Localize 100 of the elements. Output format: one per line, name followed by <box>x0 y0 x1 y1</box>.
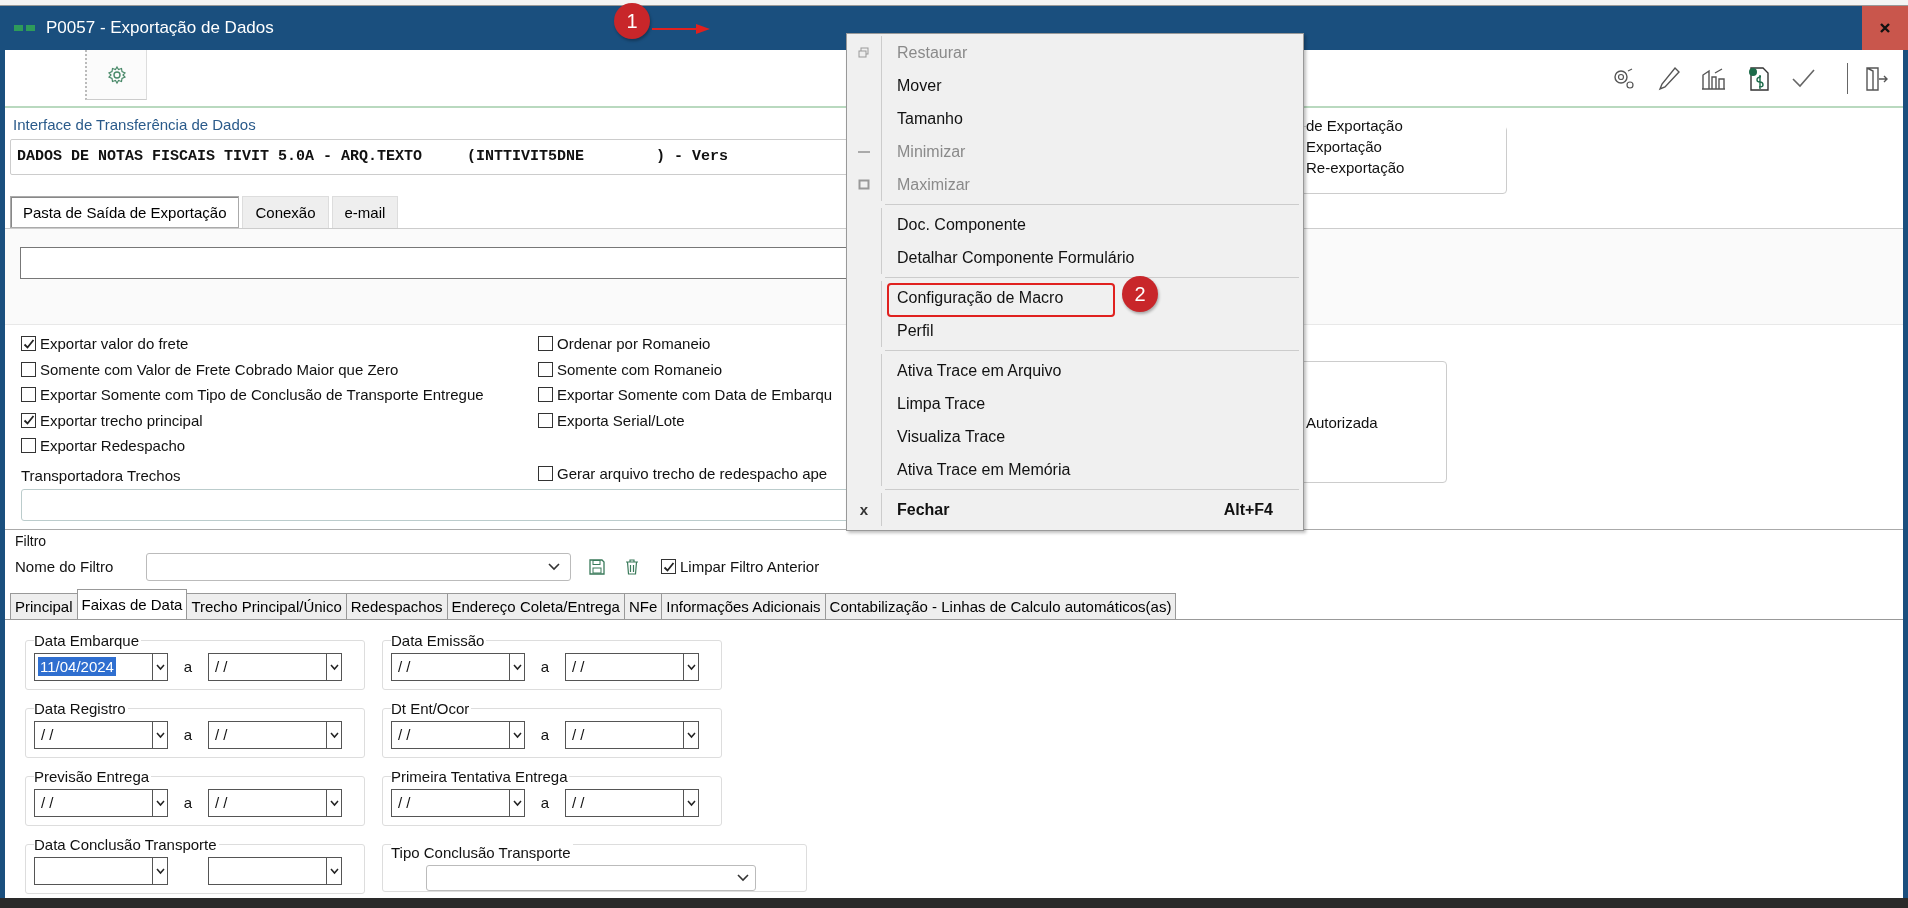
date-value: / / <box>40 794 55 811</box>
dropdown-button[interactable] <box>152 857 167 884</box>
tab[interactable]: Informações Adicionais <box>661 592 826 619</box>
dropdown-button[interactable] <box>152 789 167 816</box>
dropdown-button[interactable] <box>326 653 341 680</box>
tab[interactable]: Conexão <box>242 196 329 228</box>
checkbox[interactable] <box>21 387 36 403</box>
checkbox[interactable] <box>538 412 553 428</box>
checkbox-label: Ordenar por Romaneio <box>557 335 711 353</box>
tab[interactable]: Endereço Coleta/Entrega <box>446 592 625 619</box>
dropdown-button[interactable] <box>509 653 524 680</box>
range-separator: a <box>539 726 551 743</box>
checkbox[interactable] <box>538 387 553 403</box>
tab[interactable]: Trecho Principal/Único <box>186 592 347 619</box>
date-field[interactable]: / / <box>565 788 699 817</box>
menu-item[interactable]: Visualiza Trace <box>897 427 1006 446</box>
tab[interactable]: Principal <box>10 592 78 619</box>
date-field[interactable]: / / <box>391 788 525 817</box>
check-icon <box>22 414 35 427</box>
radio-label: Autorizada <box>1306 413 1379 431</box>
menu-item[interactable]: Fechar <box>897 500 950 519</box>
menu-item[interactable]: Configuração de Macro <box>897 288 1064 307</box>
date-field[interactable]: / / <box>565 652 699 681</box>
dropdown-button[interactable] <box>509 789 524 816</box>
menu-item[interactable]: Limpa Trace <box>897 394 986 413</box>
dropdown-button[interactable] <box>152 721 167 748</box>
menu-item[interactable]: Ativa Trace em Memória <box>897 460 1071 479</box>
checkbox-label: Somente com Romaneio <box>557 360 723 378</box>
date-value: / / <box>571 794 586 811</box>
dropdown-button[interactable] <box>683 721 698 748</box>
minimize-icon <box>858 150 870 153</box>
dropdown-button[interactable] <box>326 789 341 816</box>
app-icon <box>14 24 36 32</box>
dropdown-button[interactable] <box>326 721 341 748</box>
menu-item: Restaurar <box>897 43 968 62</box>
checkbox-label: Exportar Redespacho <box>40 437 186 455</box>
date-field[interactable]: / / <box>34 720 168 749</box>
date-field[interactable]: / / <box>208 788 342 817</box>
date-field[interactable]: / / <box>208 652 342 681</box>
date-field[interactable]: 11/04/2024 <box>34 652 168 681</box>
checkbox[interactable] <box>661 559 676 574</box>
menu-item[interactable]: Tamanho <box>897 109 963 128</box>
date-field[interactable]: / / <box>208 720 342 749</box>
menu-item[interactable]: Perfil <box>897 321 934 340</box>
checkbox[interactable] <box>538 361 553 377</box>
tab[interactable]: Contabilização - Linhas de Calculo automáticos(as) <box>824 592 1177 619</box>
checkbox-label: Limpar Filtro Anterior <box>680 558 820 575</box>
checkbox-label: Exportar Somente com Tipo de Conclusão de Transporte Entregue <box>40 386 484 404</box>
checkbox[interactable] <box>538 466 553 482</box>
check-icon <box>22 337 35 350</box>
delete-button[interactable] <box>623 556 641 577</box>
tab[interactable]: NFe <box>623 592 663 619</box>
range-separator: a <box>182 658 194 675</box>
menu-item[interactable]: Detalhar Componente Formulário <box>897 248 1135 267</box>
menu-item[interactable]: Doc. Componente <box>897 215 1026 234</box>
checkbox-label: Exporta Serial/Lote <box>557 411 685 429</box>
group-title: Tipo Conclusão Transporte <box>391 843 573 861</box>
checkbox-label: Gerar arquivo trecho de redespacho ape <box>557 465 828 483</box>
window-title: P0057 - Exportação de Dados <box>46 18 274 38</box>
checkbox[interactable] <box>21 412 36 428</box>
date-field[interactable]: / / <box>34 788 168 817</box>
tab[interactable]: Redespachos <box>345 592 448 619</box>
checkbox[interactable] <box>538 336 553 352</box>
date-field[interactable]: / / <box>565 720 699 749</box>
field-label: Transportadora Trechos <box>21 466 182 484</box>
dropdown-button[interactable] <box>683 653 698 680</box>
checkbox-label: Exportar trecho principal <box>40 411 203 429</box>
interface-label: Interface de Transferência de Dados <box>13 116 256 133</box>
close-icon: x <box>859 501 869 518</box>
menu-item[interactable]: Ativa Trace em Arquivo <box>897 361 1062 380</box>
floppy-icon <box>589 558 605 575</box>
date-value: / / <box>214 794 229 811</box>
checkbox-label: Exportar Somente com Data de Embarqu <box>557 386 833 404</box>
tab[interactable]: Pasta de Saída de Exportação <box>10 196 240 228</box>
date-field[interactable]: / / <box>391 720 525 749</box>
checkbox-label: Somente com Valor de Frete Cobrado Maior que Zero <box>40 360 399 378</box>
date-field[interactable] <box>34 856 168 885</box>
tab[interactable]: e-mail <box>331 196 399 228</box>
date-field[interactable] <box>208 856 342 885</box>
save-button[interactable] <box>587 556 607 577</box>
dropdown-button[interactable] <box>509 721 524 748</box>
dropdown-button[interactable] <box>683 789 698 816</box>
date-value: / / <box>571 658 586 675</box>
radio-label: Exportação <box>1306 138 1383 155</box>
dropdown-button[interactable] <box>152 653 167 680</box>
menu-item[interactable]: Mover <box>897 76 942 95</box>
date-value: / / <box>397 794 412 811</box>
trash-icon <box>625 558 639 575</box>
field-label: Nome do Filtro <box>15 558 115 575</box>
checkbox[interactable] <box>21 361 36 377</box>
settings-button[interactable] <box>85 50 147 100</box>
range-separator: a <box>182 794 194 811</box>
checkbox[interactable] <box>21 336 36 352</box>
range-separator: a <box>539 658 551 675</box>
date-value: / / <box>40 726 55 743</box>
range-separator: a <box>182 726 194 743</box>
checkbox[interactable] <box>21 438 36 454</box>
date-field[interactable]: / / <box>391 652 525 681</box>
dropdown-button[interactable] <box>326 857 341 884</box>
shortcut-label: Alt+F4 <box>1223 500 1273 519</box>
